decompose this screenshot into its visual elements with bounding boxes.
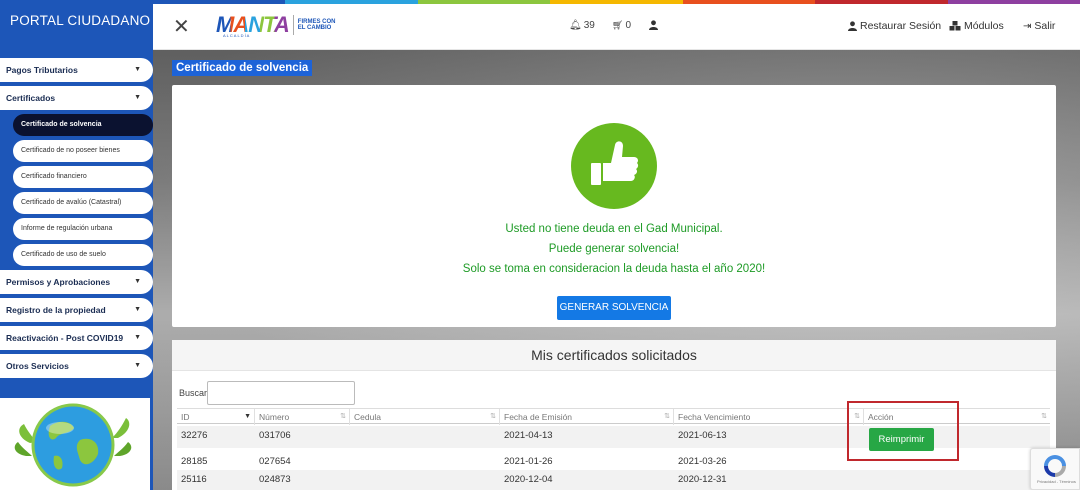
notifications-button[interactable]: 🔔︎ 39 [569, 20, 595, 31]
logo-tagline: FIRMES CON EL CAMBIO [297, 19, 336, 31]
stripe-segment [417, 0, 551, 4]
cart-icon: 🛒︎ [612, 20, 624, 30]
modules-link[interactable]: Módulos [949, 20, 1004, 32]
sort-icon: ⇅ [340, 413, 346, 420]
menu-item-permisos[interactable]: Permisos y Aprobaciones ▼ [0, 270, 153, 294]
cell-cedula [350, 426, 354, 448]
cell-id: 32276 [181, 430, 208, 441]
restore-session-link[interactable]: Restaurar Sesión [848, 20, 941, 32]
notifications-count: 39 [583, 20, 595, 31]
table-row: 25116 024873 2020-12-04 2020-12-31 [177, 470, 1050, 490]
cell-fecha-vencimiento: 2021-06-13 [678, 430, 727, 441]
restore-session-label: Restaurar Sesión [860, 20, 942, 32]
menu-item-label: Registro de la propiedad [6, 305, 106, 315]
stripe-segment [682, 0, 816, 4]
close-icon[interactable]: ✕ [173, 14, 190, 39]
sidebar-title: PORTAL CIUDADANO [10, 13, 151, 28]
chevron-down-icon: ▼ [134, 362, 141, 369]
recaptcha-icon [1044, 455, 1066, 477]
menu-item-label: Otros Servicios [6, 361, 69, 371]
stripe-segment [815, 0, 948, 4]
stripe-segment [550, 0, 683, 4]
column-header-cedula[interactable]: Cedula ⇅ [350, 409, 500, 425]
cell-fecha-vencimiento: 2020-12-31 [678, 474, 727, 485]
sort-icon: ⇅ [490, 413, 496, 420]
cell-fecha-emision: 2020-12-04 [504, 474, 553, 485]
stripe-segment [947, 0, 1080, 4]
chevron-down-icon: ▼ [134, 306, 141, 313]
solvency-status-card: Usted no tiene deuda en el Gad Municipal… [172, 85, 1056, 327]
submenu-item-regulacion-urbana[interactable]: Informe de regulación urbana [13, 218, 153, 240]
cell-id: 25116 [181, 474, 207, 485]
search-input[interactable] [207, 381, 355, 405]
thumbs-up-icon [571, 123, 657, 209]
menu-item-registro-propiedad[interactable]: Registro de la propiedad ▼ [0, 298, 153, 322]
logo-sub: ALCALDÍA [223, 33, 251, 38]
sort-icon: ⇅ [1041, 413, 1047, 420]
color-stripe [153, 0, 1080, 4]
chevron-down-icon: ▼ [134, 278, 141, 285]
modules-label: Módulos [964, 20, 1004, 32]
sort-icon: ⇅ [664, 413, 670, 420]
stripe-segment [285, 0, 418, 4]
recaptcha-links[interactable]: Privacidad - Términos [1037, 479, 1076, 484]
exit-label: Salir [1034, 20, 1056, 32]
certificates-title: Mis certificados solicitados [172, 340, 1056, 371]
bell-icon: 🔔︎ [569, 20, 582, 31]
stripe-segment [153, 0, 286, 4]
cart-button[interactable]: 🛒︎ 0 [612, 20, 631, 31]
submenu-item-uso-suelo[interactable]: Certificado de uso de suelo [13, 244, 153, 266]
user-button[interactable] [649, 20, 658, 30]
recaptcha-badge[interactable]: Privacidad - Términos [1030, 448, 1080, 490]
cell-fecha-emision: 2021-04-13 [504, 430, 553, 441]
certificates-card: Mis certificados solicitados Buscar: ID ▼… [172, 340, 1056, 490]
exit-link[interactable]: ⇥ Salir [1023, 20, 1055, 32]
sign-out-icon: ⇥ [1023, 20, 1032, 32]
menu-item-label: Certificados [6, 93, 56, 103]
user-icon [848, 21, 857, 31]
column-header-fecha-vencimiento[interactable]: Fecha Vencimiento ⇅ [674, 409, 864, 425]
cubes-icon [949, 21, 961, 31]
menu-item-label: Reactivación - Post COVID19 [6, 333, 124, 343]
page-title: Certificado de solvencia [172, 60, 313, 76]
submenu-item-avaluo[interactable]: Certificado de avalúo (Catastral) [13, 192, 153, 214]
globe-logo [0, 398, 150, 490]
debt-scope-message: Solo se toma en consideracion la deuda h… [462, 263, 766, 275]
chevron-down-icon: ▼ [134, 94, 141, 101]
no-debt-message: Usted no tiene deuda en el Gad Municipal… [505, 223, 723, 235]
cart-count: 0 [625, 20, 631, 31]
cell-numero: 031706 [259, 430, 291, 441]
top-bar: ✕ MANTA FIRMES CON EL CAMBIO ALCALDÍA 🔔︎… [153, 0, 1080, 50]
menu-item-certificados[interactable]: Certificados ▼ [0, 86, 153, 110]
submenu-item-financiero[interactable]: Certificado financiero [13, 166, 153, 188]
chevron-down-icon: ▼ [134, 334, 141, 341]
cell-numero: 024873 [259, 474, 291, 485]
submenu-item-no-poseer-bienes[interactable]: Certificado de no poseer bienes [13, 140, 153, 162]
menu-item-reactivacion[interactable]: Reactivación - Post COVID19 ▼ [0, 326, 153, 350]
sort-desc-icon: ▼ [244, 413, 251, 420]
menu-item-label: Pagos Tributarios [6, 65, 78, 75]
cell-cedula [350, 470, 354, 490]
menu-item-pagos-tributarios[interactable]: Pagos Tributarios ▼ [0, 58, 153, 82]
column-header-numero[interactable]: Número ⇅ [255, 409, 350, 425]
chevron-down-icon: ▼ [134, 66, 141, 73]
search-label: Buscar: [179, 388, 210, 398]
submenu-item-solvencia[interactable]: Certificado de solvencia [13, 114, 153, 136]
sidebar: PORTAL CIUDADANO Pagos Tributarios ▼ Cer… [0, 0, 153, 490]
user-icon [649, 20, 658, 30]
generate-solvency-button[interactable]: GENERAR SOLVENCIA [557, 296, 671, 320]
column-header-id[interactable]: ID ▼ [177, 409, 255, 425]
menu-item-label: Permisos y Aprobaciones [6, 277, 111, 287]
column-header-fecha-emision[interactable]: Fecha de Emisión ⇅ [500, 409, 674, 425]
globe-icon [14, 403, 132, 487]
can-generate-message: Puede generar solvencia! [548, 243, 680, 255]
menu-item-otros-servicios[interactable]: Otros Servicios ▼ [0, 354, 153, 378]
highlight-box [847, 401, 959, 461]
